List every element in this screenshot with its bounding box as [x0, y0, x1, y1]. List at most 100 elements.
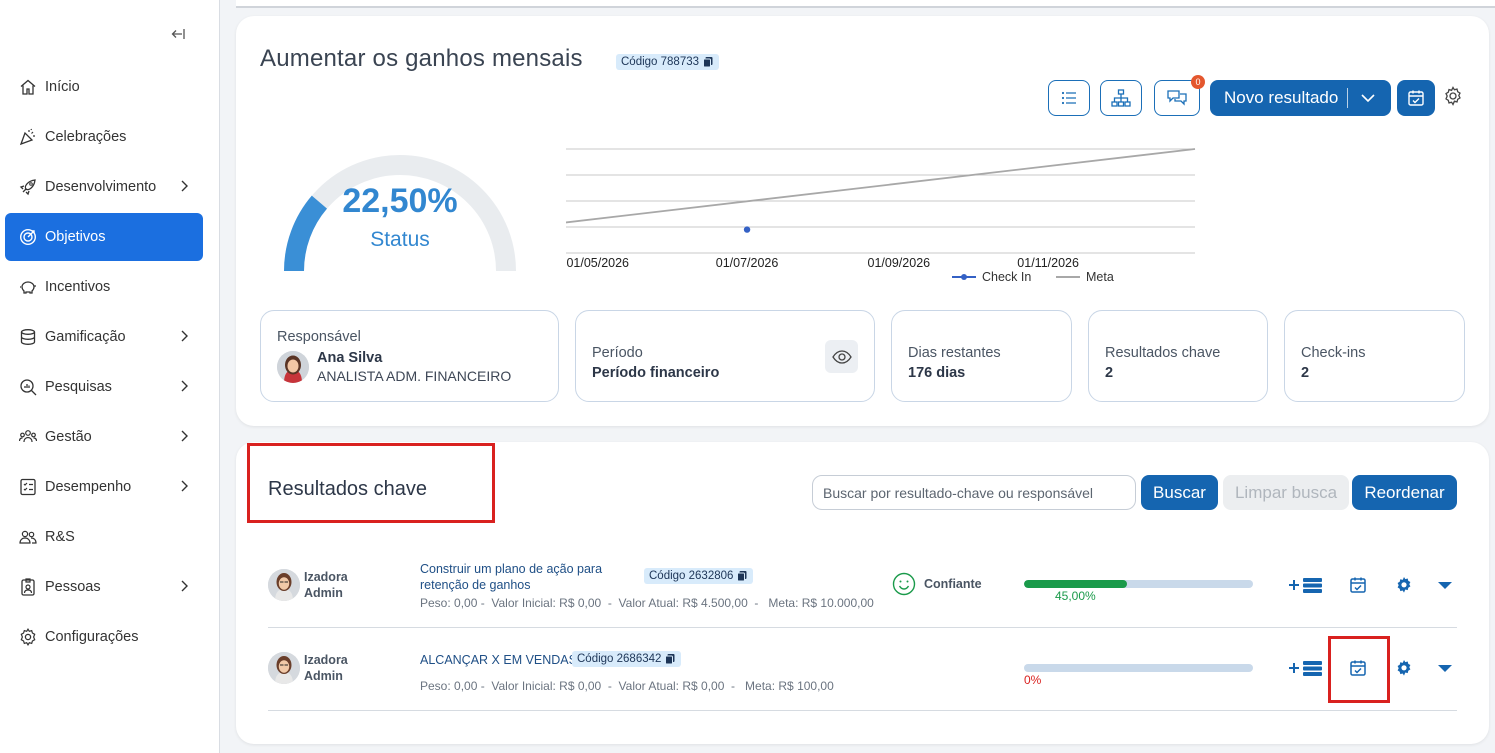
- x-tick-label: 01/11/2026: [1017, 256, 1079, 270]
- legend-marker: [961, 274, 967, 280]
- objective-code-text: Código 788733: [621, 56, 700, 68]
- chevron-down-icon[interactable]: [1360, 90, 1376, 106]
- kr-code-badge[interactable]: Código 2686342: [572, 651, 682, 667]
- sidebar-item-incentivos[interactable]: Incentivos: [5, 263, 203, 311]
- top-strip: [236, 0, 1495, 8]
- expand-row-icon[interactable]: [1434, 574, 1456, 596]
- sidebar-item-r-s[interactable]: R&S: [5, 513, 203, 561]
- kr-user-last: Admin: [304, 669, 343, 683]
- sidebar-item-desenvolvimento[interactable]: Desenvolvimento: [5, 163, 203, 211]
- key-results-card: Resultados chave Buscar por resultado-ch…: [236, 442, 1489, 744]
- copy-icon[interactable]: [736, 570, 748, 582]
- expand-row-icon[interactable]: [1434, 657, 1456, 679]
- users-group-icon: [19, 428, 37, 446]
- copy-icon[interactable]: [702, 56, 714, 68]
- badge-person-icon: [19, 578, 37, 596]
- sidebar-item-celebracoes[interactable]: Celebrações: [5, 113, 203, 161]
- kr-progress-bar: [1024, 580, 1253, 588]
- avatar: [277, 351, 309, 383]
- kr-code-text: Código 2686342: [577, 653, 662, 665]
- objective-card: Aumentar os ganhos mensais Código 788733…: [236, 16, 1489, 426]
- checkins-count-value: 2: [1301, 365, 1310, 381]
- kr-code-text: Código 2632806: [649, 570, 734, 582]
- chevron-right-icon: [177, 429, 191, 443]
- responsible-role: ANALISTA ADM. FINANCEIRO: [317, 368, 512, 384]
- objective-settings-icon[interactable]: [1443, 86, 1463, 106]
- view-period-button[interactable]: [825, 340, 858, 373]
- sidebar: Início Celebrações Desenvolvimento Objetivo…: [0, 0, 220, 753]
- org-chart-icon: [1111, 89, 1131, 107]
- rocket-icon: [19, 178, 37, 196]
- comments-icon: [1167, 90, 1187, 106]
- chevron-right-icon: [177, 329, 191, 343]
- sidebar-item-label: Celebrações: [45, 129, 127, 145]
- period-value: Período financeiro: [592, 365, 720, 381]
- kr-progress-fill: [1024, 580, 1128, 588]
- legend-label: Meta: [1086, 270, 1114, 284]
- sidebar-item-pessoas[interactable]: Pessoas: [5, 563, 203, 611]
- sidebar-item-label: Desenvolvimento: [45, 179, 157, 195]
- sidebar-item-objetivos[interactable]: Objetivos: [5, 213, 203, 261]
- add-list-icon: [1289, 661, 1322, 676]
- calendar-check-icon: [1350, 577, 1366, 593]
- sidebar-item-gestao[interactable]: Gestão: [5, 413, 203, 461]
- smiley-icon: [892, 572, 916, 596]
- responsible-name: Ana Silva: [317, 350, 383, 366]
- sidebar-item-inicio[interactable]: Início: [5, 63, 203, 111]
- checkin-button[interactable]: [1347, 574, 1369, 596]
- x-tick-label: 01/05/2026: [566, 256, 629, 270]
- reorder-button[interactable]: Reordenar: [1352, 475, 1457, 510]
- kr-settings-icon[interactable]: [1393, 574, 1415, 596]
- kr-user-last: Admin: [304, 586, 343, 600]
- objective-code-badge[interactable]: Código 788733: [616, 54, 720, 70]
- responsible-label: Responsável: [277, 329, 361, 345]
- database-icon: [19, 328, 37, 346]
- sidebar-item-pesquisas[interactable]: Pesquisas: [5, 363, 203, 411]
- days-remaining-value: 176 dias: [908, 365, 966, 381]
- search-input[interactable]: Buscar por resultado-chave ou responsáve…: [812, 475, 1136, 510]
- kr-user-first: Izadora: [304, 570, 348, 584]
- sidebar-item-label: Gamificação: [45, 329, 126, 345]
- sidebar-item-configuracoes[interactable]: Configurações: [5, 613, 203, 661]
- sidebar-item-label: Desempenho: [45, 479, 132, 495]
- comments-count-badge: 0: [1191, 75, 1205, 89]
- checkin-calendar-button[interactable]: [1397, 80, 1435, 116]
- add-subitem-button[interactable]: [1288, 574, 1324, 596]
- checkins-count-label: Check-ins: [1301, 345, 1366, 361]
- x-tick-label: 01/09/2026: [868, 256, 931, 270]
- chevron-right-icon: [177, 479, 191, 493]
- chevron-right-icon: [177, 179, 191, 193]
- key-results-title: Resultados chave: [268, 478, 427, 500]
- hierarchy-view-button[interactable]: [1100, 80, 1142, 116]
- add-subitem-button[interactable]: [1288, 657, 1324, 679]
- party-popper-icon: [19, 128, 37, 146]
- kr-name-line1[interactable]: Construir um plano de ação para: [420, 561, 602, 577]
- collapse-sidebar-icon[interactable]: [170, 26, 188, 44]
- list-view-button[interactable]: [1048, 80, 1090, 116]
- sidebar-item-desempenho[interactable]: Desempenho: [5, 463, 203, 511]
- days-remaining-label: Dias restantes: [908, 345, 1001, 361]
- avatar: [268, 569, 300, 601]
- kr-mood-label: Confiante: [924, 577, 982, 591]
- target-icon: [19, 228, 37, 246]
- series-point-check-in: [743, 226, 751, 233]
- key-results-count-label: Resultados chave: [1105, 345, 1221, 361]
- sidebar-item-gamificacao[interactable]: Gamificação: [5, 313, 203, 361]
- sidebar-item-label: R&S: [45, 529, 75, 545]
- list-icon: [1061, 91, 1076, 105]
- new-result-button[interactable]: Novo resultado: [1210, 80, 1391, 116]
- kr-name-line2[interactable]: retenção de ganhos: [420, 577, 531, 593]
- sidebar-item-label: Pessoas: [45, 579, 101, 595]
- comments-button[interactable]: 0: [1154, 75, 1205, 116]
- kr-code-badge[interactable]: Código 2632806: [644, 568, 754, 584]
- sidebar-item-label: Gestão: [45, 429, 92, 445]
- poll-search-icon: [19, 378, 37, 396]
- kr-settings-icon[interactable]: [1393, 657, 1415, 679]
- clear-search-button[interactable]: Limpar busca: [1223, 475, 1349, 510]
- objective-title: Aumentar os ganhos mensais: [260, 45, 583, 72]
- copy-icon[interactable]: [664, 653, 676, 665]
- key-result-row: Izadora Admin Construir um plano de ação…: [268, 546, 1457, 628]
- sidebar-item-label: Início: [45, 79, 80, 95]
- search-button[interactable]: Buscar: [1141, 475, 1218, 510]
- kr-name-line1[interactable]: ALCANÇAR X EM VENDAS: [420, 652, 577, 668]
